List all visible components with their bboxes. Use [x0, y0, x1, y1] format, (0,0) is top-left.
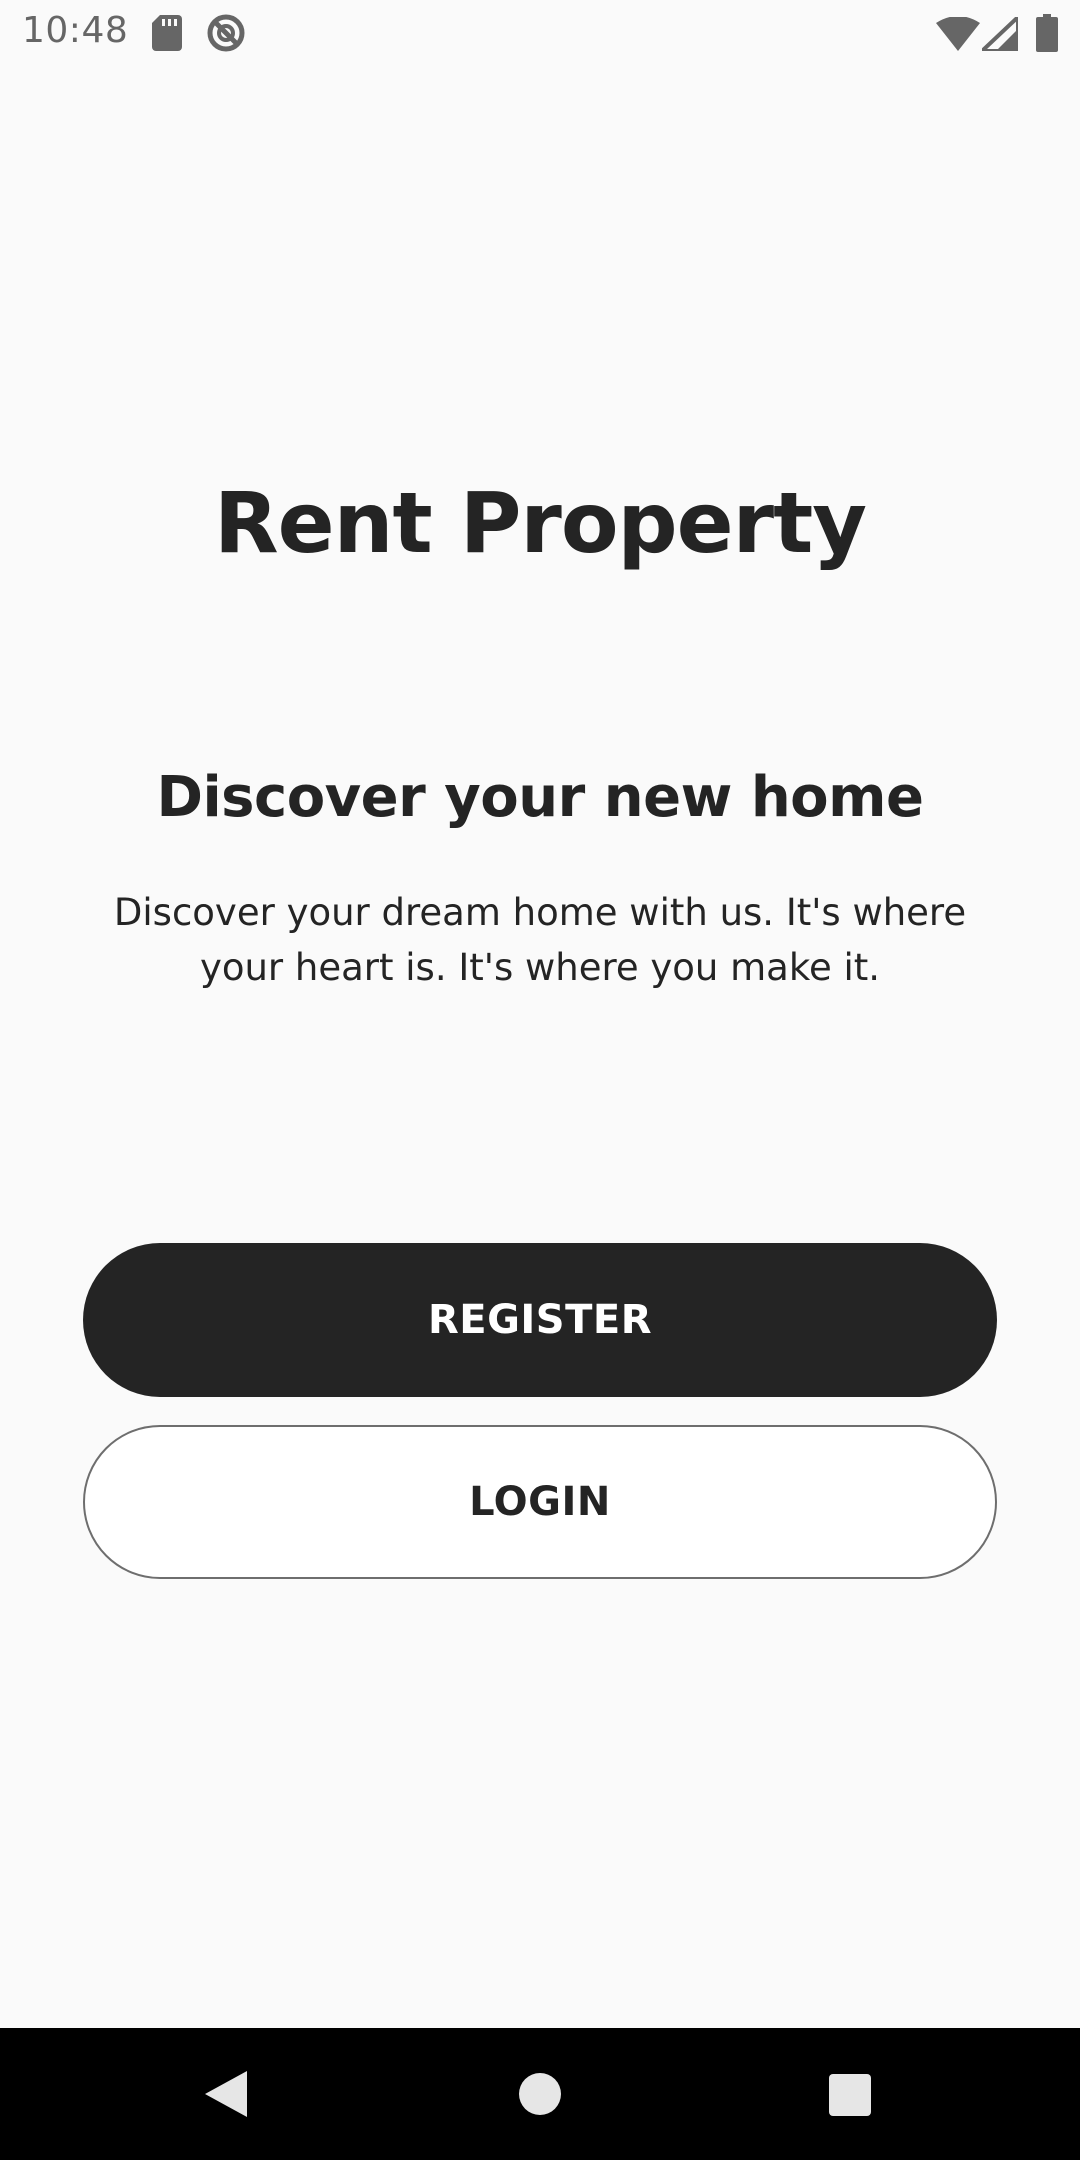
app-title: Rent Property [214, 474, 867, 572]
sd-card-icon [152, 15, 182, 55]
register-button[interactable]: REGISTER [83, 1243, 997, 1397]
cell-signal-icon [980, 15, 1020, 55]
navigation-bar [0, 2028, 1080, 2160]
recents-icon[interactable] [829, 2074, 871, 2116]
battery-icon [1036, 14, 1058, 56]
home-icon[interactable] [519, 2073, 561, 2115]
status-time: 10:48 [22, 10, 129, 51]
status-bar: 10:48 [0, 0, 1080, 66]
back-icon[interactable] [205, 2071, 247, 2121]
headline: Discover your new home [156, 765, 924, 830]
description-text: Discover your dream home with us. It's w… [113, 891, 967, 989]
login-button[interactable]: LOGIN [83, 1425, 997, 1579]
wifi-icon [936, 16, 980, 55]
sync-disabled-icon [206, 13, 246, 57]
